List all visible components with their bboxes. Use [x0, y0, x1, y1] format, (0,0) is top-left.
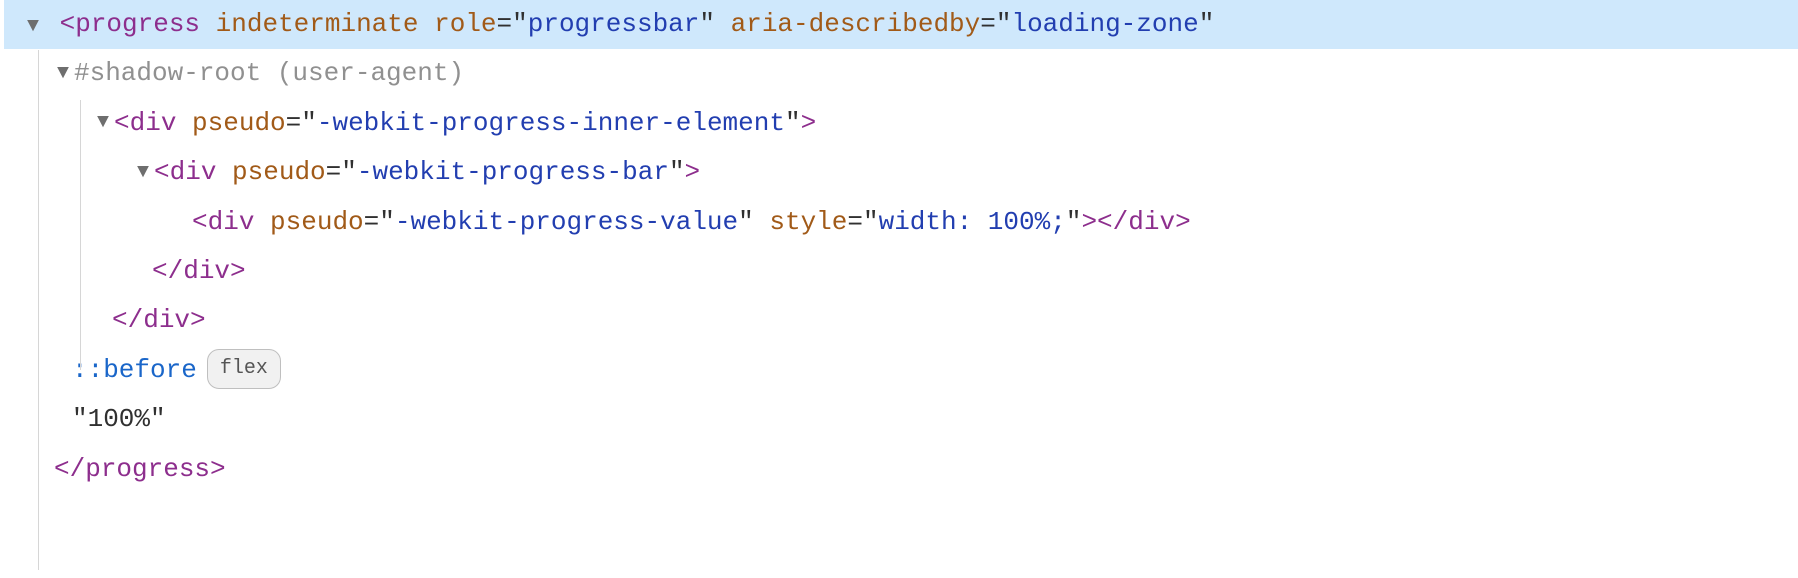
code-token: <progress indeterminate role="progressba…: [60, 9, 1215, 39]
dom-close-progress[interactable]: </progress>: [4, 445, 1798, 494]
code-token: <div pseudo="-webkit-progress-inner-elem…: [114, 99, 816, 148]
expand-toggle-icon[interactable]: ▼: [134, 154, 152, 192]
dom-node-div-value[interactable]: <div pseudo="-webkit-progress-value" sty…: [4, 198, 1798, 247]
expand-toggle-icon[interactable]: ▼: [94, 104, 112, 142]
dom-node-div-bar[interactable]: ▼ <div pseudo="-webkit-progress-bar">: [4, 148, 1798, 197]
dom-tree: ▼ <progress indeterminate role="progress…: [0, 0, 1798, 494]
code-token: <div pseudo="-webkit-progress-value" sty…: [192, 198, 1191, 247]
code-token: </progress>: [54, 445, 226, 494]
display-badge: flex: [207, 349, 281, 389]
dom-node-progress[interactable]: ▼ <progress indeterminate role="progress…: [4, 0, 1798, 49]
code-token: </div>: [112, 296, 206, 345]
dom-node-div-inner[interactable]: ▼ <div pseudo="-webkit-progress-inner-el…: [4, 99, 1798, 148]
code-token: <div pseudo="-webkit-progress-bar">: [154, 148, 700, 197]
shadow-root-node[interactable]: ▼ #shadow-root (user-agent): [4, 49, 1798, 98]
pseudo-before-node[interactable]: ::before flex: [4, 346, 1798, 395]
shadow-root-label: #shadow-root (user-agent): [74, 49, 464, 98]
text-node[interactable]: "100%": [4, 395, 1798, 444]
tree-guide-line: [38, 50, 39, 570]
code-token: </div>: [152, 247, 246, 296]
dom-close-div[interactable]: </div>: [4, 296, 1798, 345]
expand-toggle-icon[interactable]: ▼: [24, 8, 42, 46]
tree-guide-line: [80, 100, 81, 370]
expand-toggle-icon[interactable]: ▼: [54, 55, 72, 93]
text-content: "100%": [72, 395, 166, 444]
dom-close-div[interactable]: </div>: [4, 247, 1798, 296]
pseudo-selector: ::before: [72, 346, 197, 395]
